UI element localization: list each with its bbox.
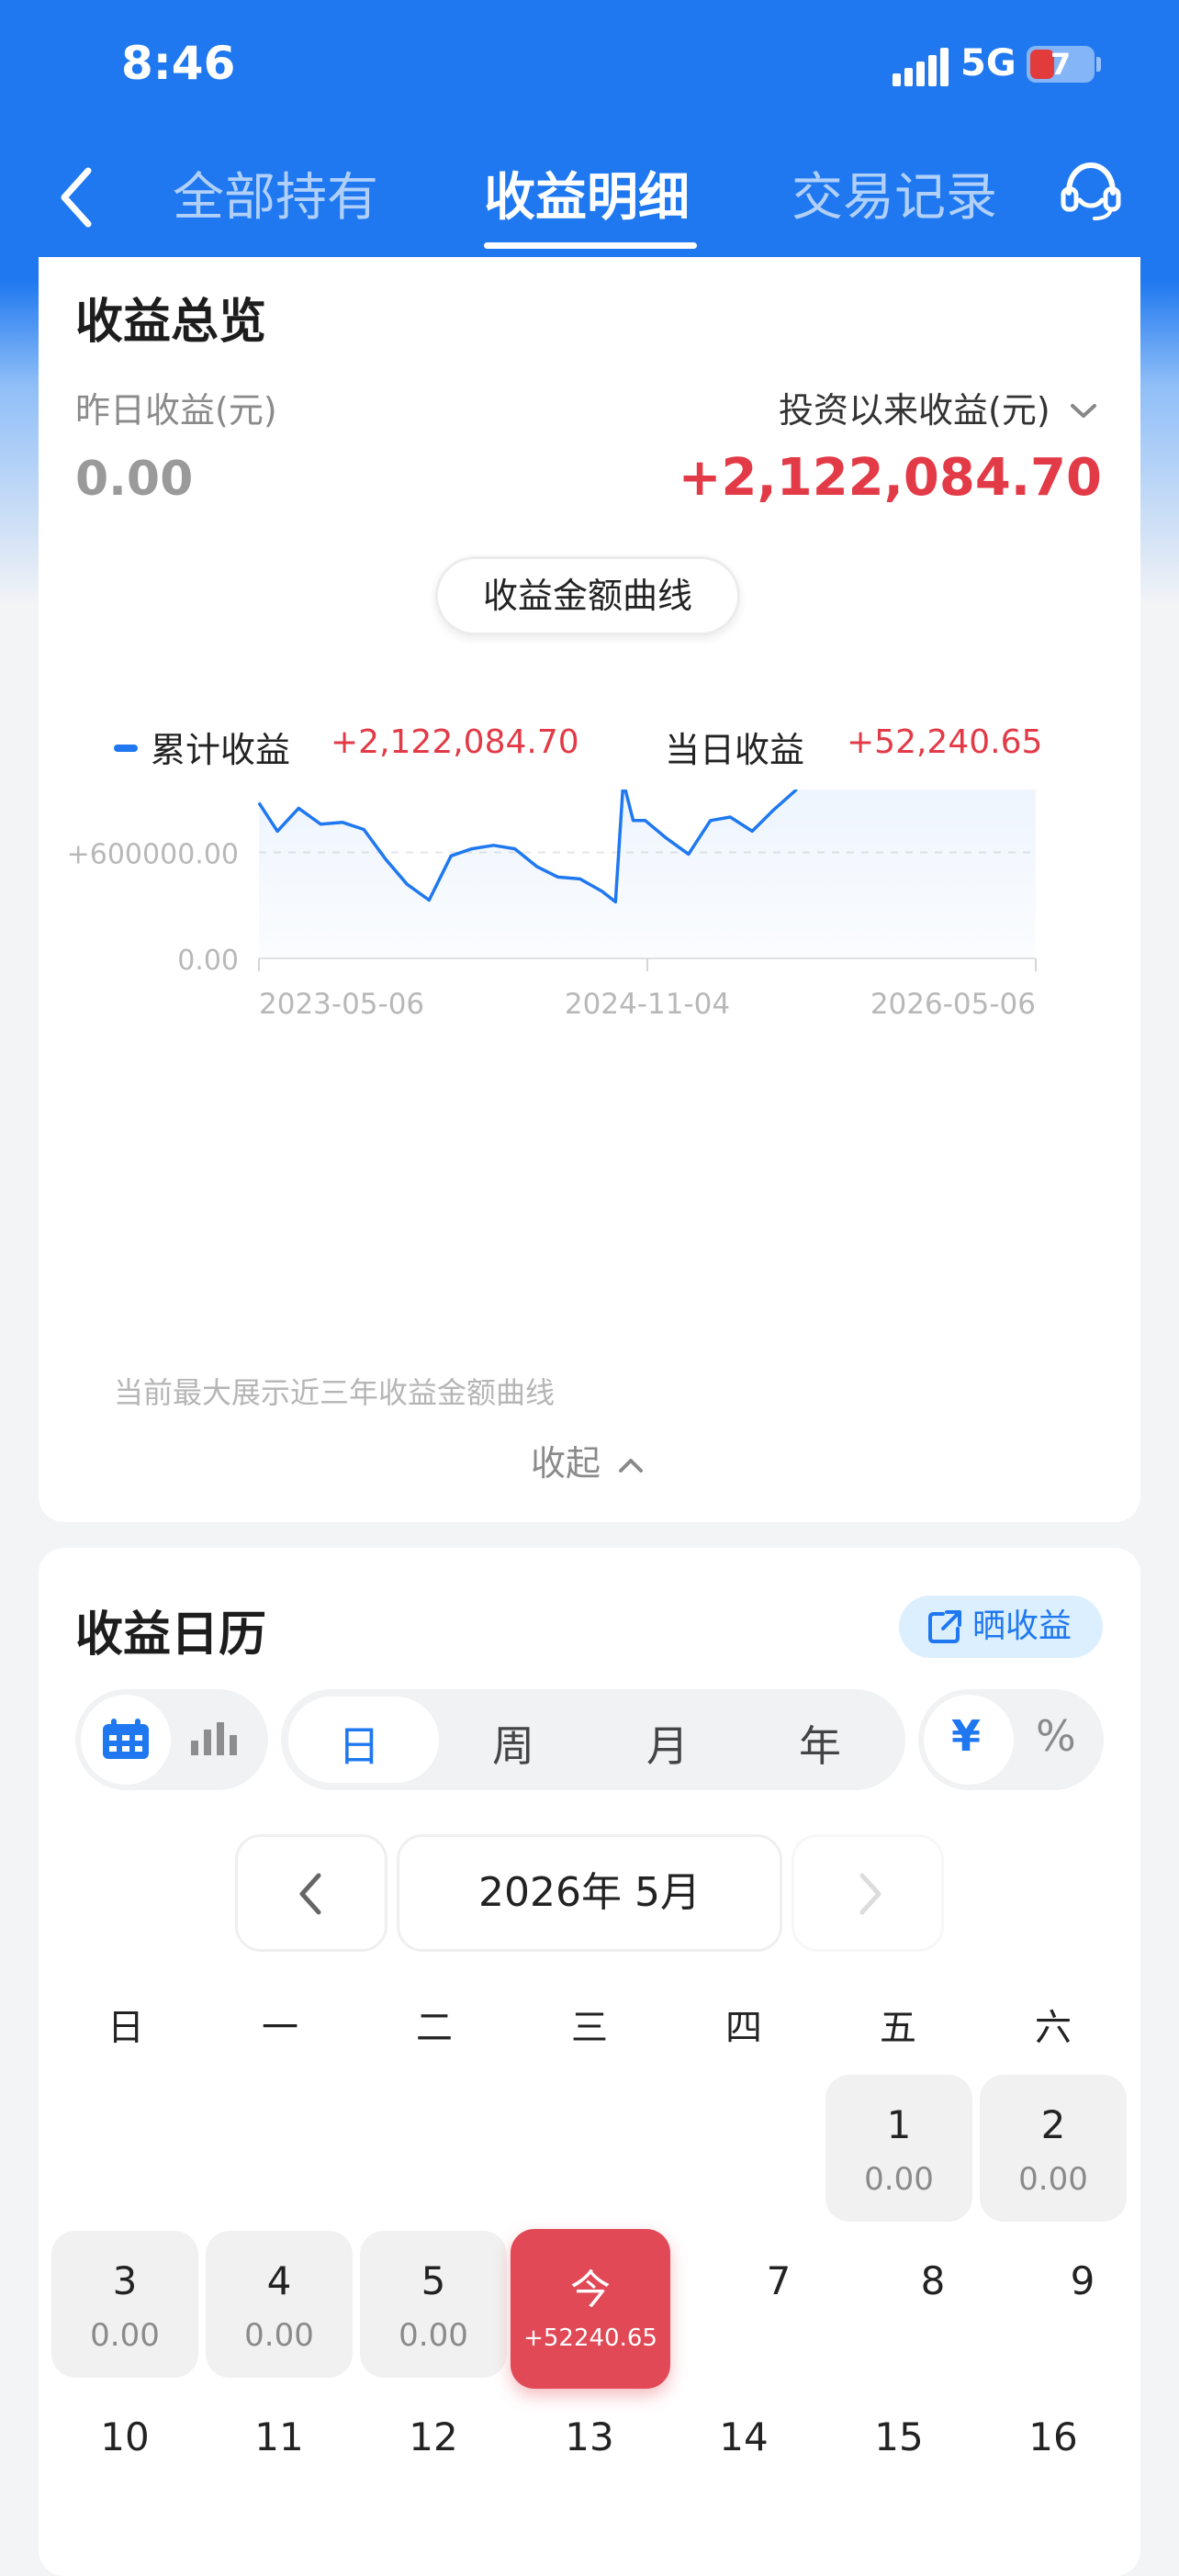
active-tab-indicator bbox=[484, 242, 697, 249]
calendar-day-9[interactable]: 9 bbox=[1015, 2258, 1151, 2303]
y-tick-label: 0.00 bbox=[177, 945, 239, 977]
bar-chart-icon[interactable] bbox=[187, 1720, 239, 1757]
network-type: 5G bbox=[960, 42, 1016, 84]
total-label-dropdown[interactable]: 投资以来收益(元) bbox=[779, 382, 1098, 432]
month-label[interactable]: 2026年 5月 bbox=[397, 1834, 782, 1952]
battery-icon: 7 bbox=[1027, 46, 1095, 83]
day-number: 2 bbox=[1040, 2102, 1066, 2147]
calendar-day-today[interactable]: 今 +52240.65 bbox=[511, 2229, 670, 2389]
overview-title: 收益总览 bbox=[75, 295, 267, 350]
weekday-thu: 四 bbox=[725, 2007, 762, 2049]
next-month-button[interactable] bbox=[792, 1834, 944, 1952]
today-label: 今 bbox=[570, 2267, 611, 2313]
share-icon bbox=[928, 1610, 961, 1643]
y-tick-label: +600000.00 bbox=[67, 839, 239, 871]
day-value: 0.00 bbox=[90, 2317, 160, 2354]
period-day[interactable]: 日 bbox=[338, 1713, 380, 1774]
calendar-day-10[interactable]: 10 bbox=[51, 2414, 198, 2459]
legend-daily-value: +52,240.65 bbox=[847, 723, 1043, 761]
legend-daily-label: 当日收益 bbox=[665, 730, 805, 770]
status-bar: 8:46 5G 7 bbox=[0, 0, 1179, 129]
customer-service-icon[interactable] bbox=[1058, 158, 1124, 224]
weekday-tue: 二 bbox=[416, 2007, 453, 2049]
signal-icon bbox=[893, 48, 949, 86]
collapse-button[interactable]: 收起 bbox=[531, 1435, 645, 1485]
day-number: 5 bbox=[421, 2258, 446, 2303]
unit-toggle: ¥ % bbox=[918, 1689, 1104, 1790]
day-number: 1 bbox=[886, 2102, 912, 2147]
weekday-mon: 一 bbox=[262, 2007, 298, 2049]
share-earnings-button[interactable]: 晒收益 bbox=[899, 1596, 1103, 1658]
earnings-overview-card: 收益总览 昨日收益(元) 0.00 投资以来收益(元) +2,122,084.7… bbox=[39, 257, 1140, 1522]
earnings-calendar-card: 收益日历 晒收益 日 周 月 年 ¥ % 2026年 5月 日 一 二 三 四 … bbox=[39, 1548, 1140, 2576]
chevron-down-icon bbox=[1070, 404, 1096, 418]
day-number: 3 bbox=[112, 2258, 138, 2303]
calendar-day-13[interactable]: 13 bbox=[516, 2414, 663, 2459]
calendar-day-12[interactable]: 12 bbox=[360, 2414, 507, 2459]
calendar-view-button[interactable] bbox=[81, 1695, 171, 1785]
tab-earnings-detail[interactable]: 收益明细 bbox=[484, 156, 690, 230]
calendar-day-16[interactable]: 16 bbox=[980, 2414, 1127, 2459]
calendar-day-2[interactable]: 2 0.00 bbox=[980, 2075, 1127, 2222]
yesterday-value: 0.00 bbox=[75, 452, 194, 507]
total-earnings-value: +2,122,084.70 bbox=[678, 448, 1102, 508]
tab-transactions[interactable]: 交易记录 bbox=[792, 156, 997, 230]
x-tick-label: 2024-11-04 bbox=[565, 988, 730, 1021]
period-toggle: 日 周 月 年 bbox=[281, 1689, 905, 1790]
x-tick-label: 2026-05-06 bbox=[870, 988, 1036, 1021]
yesterday-label: 昨日收益(元) bbox=[75, 390, 277, 431]
series-area bbox=[259, 790, 1036, 958]
back-arrow-icon[interactable] bbox=[57, 165, 94, 230]
calendar-day-11[interactable]: 11 bbox=[206, 2414, 353, 2459]
total-label: 投资以来收益(元) bbox=[779, 390, 1050, 431]
status-time: 8:46 bbox=[121, 37, 236, 90]
day-value: 0.00 bbox=[399, 2317, 468, 2354]
legend-series-marker bbox=[114, 745, 138, 752]
top-navigation: 全部持有 收益明细 交易记录 bbox=[0, 138, 1179, 257]
day-number: 4 bbox=[266, 2258, 292, 2303]
next-month-icon bbox=[859, 1873, 881, 1915]
unit-yuan[interactable]: ¥ bbox=[951, 1711, 981, 1761]
weekday-fri: 五 bbox=[880, 2007, 916, 2049]
unit-percent[interactable]: % bbox=[1036, 1711, 1076, 1761]
prev-month-button[interactable] bbox=[235, 1834, 387, 1952]
share-label: 晒收益 bbox=[972, 1607, 1072, 1645]
chart-note: 当前最大展示近三年收益金额曲线 bbox=[114, 1375, 556, 1410]
calendar-day-3[interactable]: 3 0.00 bbox=[51, 2231, 198, 2378]
period-week[interactable]: 周 bbox=[492, 1713, 534, 1774]
calendar-day-4[interactable]: 4 0.00 bbox=[206, 2231, 353, 2378]
day-value: 0.00 bbox=[1018, 2161, 1088, 2198]
tab-all-holdings[interactable]: 全部持有 bbox=[173, 156, 378, 230]
legend-cumulative-label: 累计收益 bbox=[151, 730, 291, 770]
period-month[interactable]: 月 bbox=[646, 1713, 689, 1774]
weekday-sun: 日 bbox=[107, 2007, 144, 2049]
x-tick-label: 2023-05-06 bbox=[259, 988, 424, 1021]
day-value: 0.00 bbox=[244, 2317, 314, 2354]
calendar-day-7[interactable]: 7 bbox=[705, 2258, 852, 2303]
battery-level: 7 bbox=[1050, 47, 1072, 82]
weekday-wed: 三 bbox=[571, 2007, 608, 2049]
earnings-curve-button[interactable]: 收益金额曲线 bbox=[435, 556, 740, 635]
period-year[interactable]: 年 bbox=[799, 1713, 841, 1774]
calendar-title: 收益日历 bbox=[75, 1607, 267, 1663]
calendar-icon bbox=[103, 1719, 149, 1759]
calendar-day-15[interactable]: 15 bbox=[825, 2414, 972, 2459]
weekday-sat: 六 bbox=[1035, 2007, 1072, 2049]
calendar-day-5[interactable]: 5 0.00 bbox=[360, 2231, 507, 2378]
view-toggle bbox=[75, 1689, 268, 1790]
collapse-label: 收起 bbox=[531, 1443, 601, 1484]
calendar-day-14[interactable]: 14 bbox=[670, 2414, 817, 2459]
battery-cap bbox=[1096, 57, 1101, 72]
legend-cumulative-value: +2,122,084.70 bbox=[331, 723, 579, 761]
chevron-up-icon bbox=[619, 1459, 644, 1473]
calendar-day-1[interactable]: 1 0.00 bbox=[825, 2075, 972, 2222]
today-value: +52240.65 bbox=[523, 2324, 657, 2352]
prev-month-icon bbox=[299, 1873, 321, 1915]
day-value: 0.00 bbox=[864, 2161, 934, 2198]
calendar-day-8[interactable]: 8 bbox=[859, 2258, 1006, 2303]
